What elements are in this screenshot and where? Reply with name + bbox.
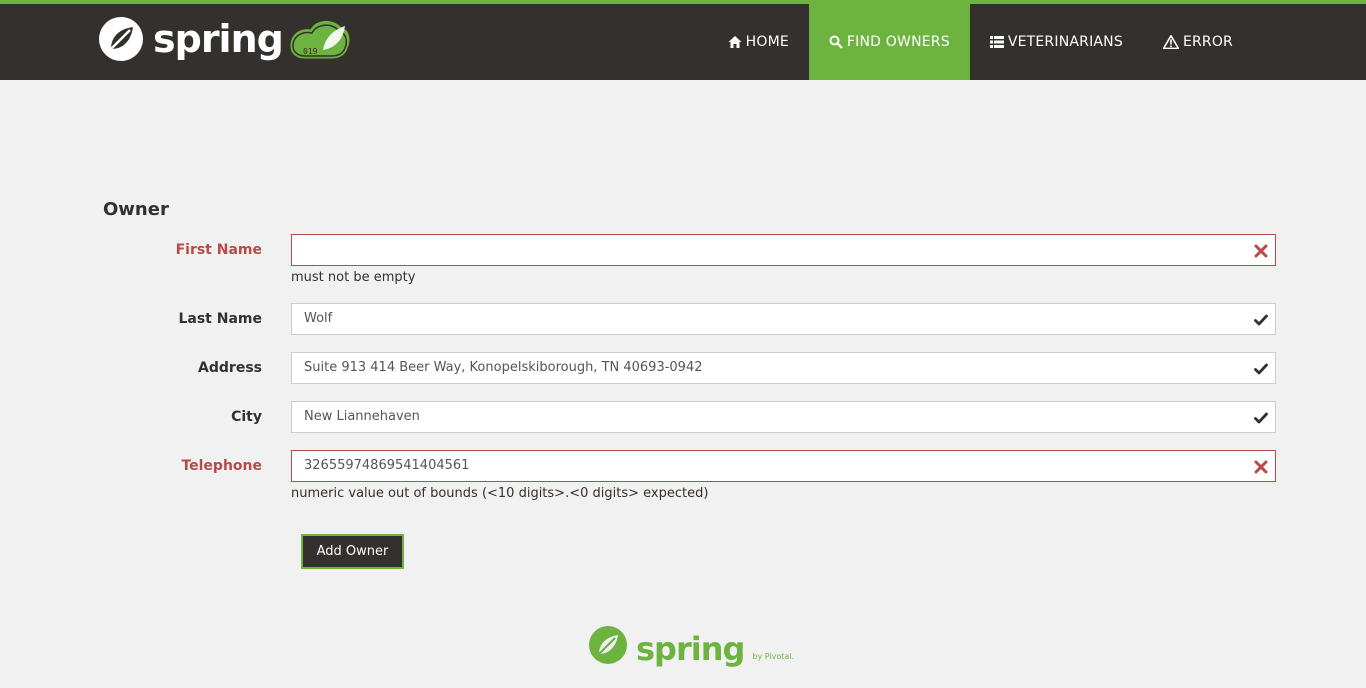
footer-by-pivotal: by Pivotal.: [752, 652, 795, 661]
navbar: spring 019 Home Find owners: [0, 4, 1366, 80]
telephone-input[interactable]: [291, 450, 1276, 482]
first-name-input[interactable]: [291, 234, 1276, 266]
brand-logo[interactable]: spring 019: [97, 15, 353, 63]
nav-error-label: Error: [1182, 34, 1233, 50]
nav-error[interactable]: Error: [1143, 4, 1253, 80]
error-x-icon: [1254, 244, 1268, 258]
spring-badge-icon: 019: [290, 21, 350, 59]
telephone-help: numeric value out of bounds (<10 digits>…: [291, 486, 709, 501]
nav-find-owners-label: Find owners: [846, 34, 950, 50]
telephone-label: Telephone: [181, 458, 262, 474]
check-icon: [1254, 314, 1268, 326]
footer-wordmark: spring: [636, 630, 745, 668]
warning-icon: [1162, 35, 1179, 49]
city-label: City: [231, 409, 262, 425]
last-name-label: Last Name: [178, 311, 262, 327]
add-owner-button[interactable]: Add Owner: [301, 534, 404, 569]
badge-text: 019: [303, 47, 318, 56]
brand-wordmark: spring: [153, 17, 284, 61]
nav-veterinarians[interactable]: Veterinarians: [970, 4, 1143, 80]
main-nav: Home Find owners Veterinarians Error: [708, 4, 1253, 80]
first-name-help: must not be empty: [291, 270, 416, 285]
search-icon: [829, 35, 843, 49]
nav-home[interactable]: Home: [708, 4, 809, 80]
footer-logo: spring by Pivotal.: [588, 625, 794, 665]
address-input[interactable]: [291, 352, 1276, 384]
check-icon: [1254, 363, 1268, 375]
nav-home-label: Home: [745, 34, 789, 50]
city-input[interactable]: [291, 401, 1276, 433]
list-icon: [989, 36, 1004, 48]
address-label: Address: [198, 360, 262, 376]
last-name-input[interactable]: [291, 303, 1276, 335]
spring-leaf-icon: [589, 626, 627, 664]
nav-veterinarians-label: Veterinarians: [1007, 34, 1123, 50]
spring-leaf-icon: [99, 17, 143, 61]
home-icon: [728, 36, 742, 48]
first-name-label: First Name: [175, 242, 262, 258]
page-title: Owner: [103, 199, 169, 220]
error-x-icon: [1254, 460, 1268, 474]
nav-find-owners[interactable]: Find owners: [808, 4, 970, 80]
check-icon: [1254, 412, 1268, 424]
